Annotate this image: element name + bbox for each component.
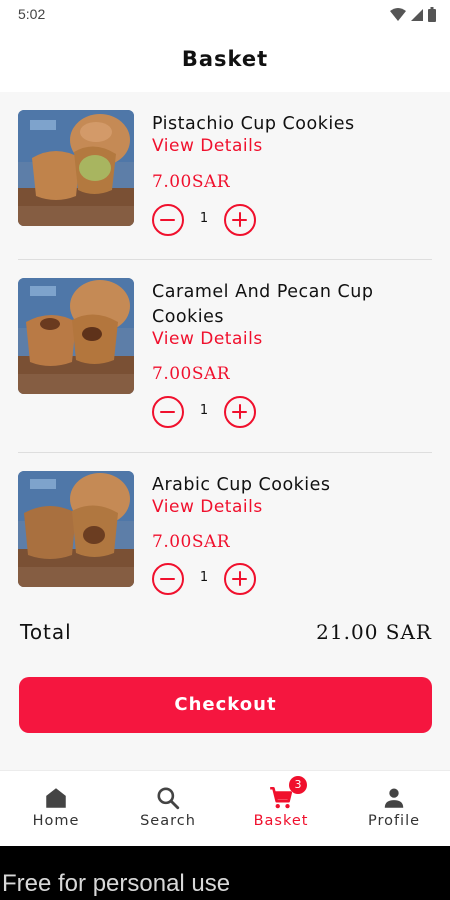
- decrease-quantity-button[interactable]: [152, 396, 184, 428]
- nav-label: Profile: [367, 813, 421, 829]
- nav-label: Basket: [253, 813, 309, 829]
- total-row: Total 21.00 SAR: [20, 620, 432, 650]
- increase-quantity-button[interactable]: [224, 204, 256, 236]
- status-icons: [390, 7, 436, 22]
- basket-list[interactable]: Pistachio Cup Cookies View Details 7.00S…: [0, 92, 450, 770]
- item-name: Caramel And Pecan Cup Cookies: [152, 282, 374, 327]
- battery-icon: [428, 7, 436, 22]
- nav-label: Search: [140, 813, 196, 829]
- wifi-icon: [390, 7, 406, 21]
- signal-icon: [411, 8, 423, 21]
- checkout-button[interactable]: Checkout: [19, 677, 432, 733]
- view-details-link[interactable]: View Details: [152, 497, 263, 517]
- item-price: 7.00SAR: [152, 532, 231, 552]
- nav-item-search[interactable]: Search: [112, 771, 224, 847]
- search-icon: [157, 787, 180, 810]
- status-time: 5:02: [18, 6, 46, 22]
- decrease-quantity-button[interactable]: [152, 204, 184, 236]
- nav-item-home[interactable]: Home: [0, 771, 112, 847]
- item-name: Arabic Cup Cookies: [152, 475, 331, 495]
- view-details-link[interactable]: View Details: [152, 136, 263, 156]
- item-price: 7.00SAR: [152, 172, 231, 192]
- footer-strip: Free for personal use: [0, 846, 450, 900]
- status-bar: 5:02: [0, 0, 450, 30]
- increase-quantity-button[interactable]: [224, 396, 256, 428]
- nav-item-profile[interactable]: Profile: [338, 771, 450, 847]
- quantity-value: 1: [199, 403, 209, 418]
- divider: [18, 259, 432, 260]
- quantity-stepper: 1: [152, 204, 262, 236]
- decrease-quantity-button[interactable]: [152, 563, 184, 595]
- basket-item: Pistachio Cup Cookies View Details 7.00S…: [18, 110, 432, 240]
- watermark-text: Free for personal use: [2, 870, 231, 897]
- app-header: Basket: [0, 30, 450, 92]
- total-value: 21.00 SAR: [316, 620, 432, 644]
- cart-count-badge: 3: [289, 776, 307, 794]
- total-label: Total: [20, 620, 72, 644]
- divider: [18, 452, 432, 453]
- quantity-value: 1: [199, 570, 209, 585]
- quantity-stepper: 1: [152, 396, 262, 428]
- product-image[interactable]: [18, 278, 134, 394]
- person-icon: [384, 788, 404, 808]
- basket-item: Arabic Cup Cookies View Details 7.00SAR …: [18, 471, 432, 596]
- increase-quantity-button[interactable]: [224, 563, 256, 595]
- home-icon: [46, 788, 66, 808]
- item-price: 7.00SAR: [152, 364, 231, 384]
- page-title: Basket: [181, 47, 269, 71]
- bottom-nav: Home Search 3 Basket Profile: [0, 770, 450, 846]
- nav-label: Home: [32, 813, 80, 829]
- quantity-stepper: 1: [152, 563, 262, 595]
- product-image[interactable]: [18, 110, 134, 226]
- view-details-link[interactable]: View Details: [152, 329, 263, 349]
- basket-item: Caramel And Pecan Cup Cookies View Detai…: [18, 278, 432, 428]
- nav-item-basket[interactable]: 3 Basket: [225, 771, 337, 847]
- item-name: Pistachio Cup Cookies: [152, 114, 355, 134]
- quantity-value: 1: [199, 211, 209, 226]
- product-image[interactable]: [18, 471, 134, 587]
